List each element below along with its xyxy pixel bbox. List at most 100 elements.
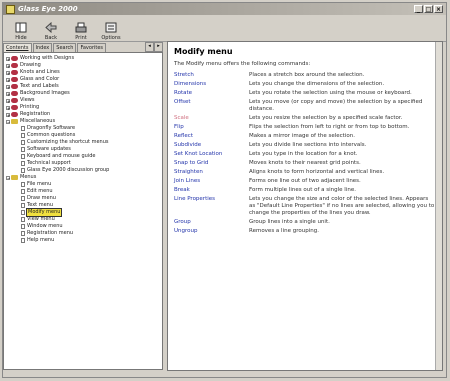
command-list: Stretch Places a stretch box around the s… — [174, 72, 436, 235]
command-link[interactable]: Group — [174, 219, 249, 226]
tree-item-label: Miscellaneous — [20, 118, 56, 124]
page-icon — [21, 238, 25, 243]
close-button[interactable]: × — [434, 5, 443, 13]
tab-search[interactable]: Search — [53, 43, 77, 52]
command-link[interactable]: Set Knot Location — [174, 151, 249, 158]
tree-item[interactable]: Customizing the shortcut menus — [6, 139, 160, 146]
expand-icon[interactable]: + — [6, 70, 10, 75]
tree-item[interactable]: Text menu — [6, 202, 160, 209]
command-description: Lets you rotate the selection using the … — [249, 90, 412, 96]
expand-icon[interactable]: + — [6, 84, 10, 89]
expand-icon[interactable]: + — [6, 56, 10, 61]
command-row: Flip Flips the selection from left to rig… — [174, 124, 436, 131]
tree-item[interactable]: + Knots and Lines — [6, 69, 160, 76]
tree-item[interactable]: + Registration — [6, 111, 160, 118]
tree-item[interactable]: Common questions — [6, 132, 160, 139]
expand-icon[interactable]: + — [6, 98, 10, 103]
tree-item-label: Draw menu — [27, 195, 56, 201]
tree-item-label: Keyboard and mouse guide — [27, 153, 96, 159]
tree-item[interactable]: Help menu — [6, 237, 160, 244]
page-icon — [21, 203, 25, 208]
tree-item[interactable]: Window menu — [6, 223, 160, 230]
tree-item[interactable]: Registration menu — [6, 230, 160, 237]
tree-item-label: Technical support — [27, 160, 71, 166]
tree-item[interactable]: Modify menu — [6, 208, 160, 217]
tree-item[interactable]: + Views — [6, 97, 160, 104]
collapse-icon[interactable]: − — [6, 119, 10, 124]
command-description: Forms one line out of two adjacent lines… — [249, 178, 361, 184]
tree-item[interactable]: + Working with Designs — [6, 55, 160, 62]
tree-item[interactable]: − Menus — [6, 174, 160, 181]
command-link[interactable]: Straighten — [174, 169, 249, 176]
command-link[interactable]: Flip — [174, 124, 249, 131]
tree-item-label: Text and Labels — [20, 83, 59, 89]
intro-text: The Modify menu offers the following com… — [174, 61, 311, 67]
tree-item[interactable]: View menu — [6, 216, 160, 223]
command-link[interactable]: Scale — [174, 115, 249, 122]
command-description: Moves knots to their nearest grid points… — [249, 160, 361, 166]
tab-favorites[interactable]: Favorites — [77, 43, 107, 52]
title-bar[interactable]: Glass Eye 2000 _ □ × — [3, 3, 446, 15]
command-link[interactable]: Break — [174, 187, 249, 194]
scrollbar[interactable] — [435, 42, 442, 370]
tree-item-label: Common questions — [27, 132, 76, 138]
tree-item-label: Software updates — [27, 146, 71, 152]
tree-item[interactable]: Keyboard and mouse guide — [6, 153, 160, 160]
tree-item[interactable]: + Text and Labels — [6, 83, 160, 90]
maximize-button[interactable]: □ — [424, 5, 433, 13]
expand-icon[interactable]: + — [6, 77, 10, 82]
tree-item[interactable]: Glass Eye 2000 discussion group — [6, 167, 160, 174]
tree-item[interactable]: + Glass and Color — [6, 76, 160, 83]
nav-tabs: Contents Index Search Favorites ◂ ▸ — [3, 41, 163, 52]
tree-item[interactable]: File menu — [6, 181, 160, 188]
command-row: Break Form multiple lines out of a single… — [174, 187, 436, 194]
tree-item[interactable]: Draw menu — [6, 195, 160, 202]
expand-icon[interactable]: + — [6, 112, 10, 117]
print-button[interactable]: Print — [69, 17, 93, 41]
book-icon — [11, 112, 18, 117]
tab-scroll-left-icon[interactable]: ◂ — [145, 42, 154, 52]
back-button[interactable]: Back — [39, 17, 63, 41]
page-icon — [21, 147, 25, 152]
command-link[interactable]: Stretch — [174, 72, 249, 79]
command-link[interactable]: Dimensions — [174, 81, 249, 88]
tree-item[interactable]: + Printing — [6, 104, 160, 111]
tab-index[interactable]: Index — [32, 43, 53, 52]
command-link[interactable]: Offset — [174, 99, 249, 113]
back-arrow-icon — [45, 22, 57, 33]
command-description: Lets you move (or copy and move) the sel… — [249, 99, 423, 112]
command-link[interactable]: Line Properties — [174, 196, 249, 217]
tree-item[interactable]: Dragonfly Software — [6, 125, 160, 132]
page-title: Modify menu — [174, 47, 233, 56]
tree-item[interactable]: + Drawing — [6, 62, 160, 69]
command-link[interactable]: Snap to Grid — [174, 160, 249, 167]
tree-item[interactable]: Edit menu — [6, 188, 160, 195]
expand-icon[interactable]: + — [6, 63, 10, 68]
command-link[interactable]: Reflect — [174, 133, 249, 140]
command-row: Straighten Aligns knots to form horizonta… — [174, 169, 436, 176]
book-icon — [11, 175, 18, 180]
tree-item[interactable]: Software updates — [6, 146, 160, 153]
tab-scroll-right-icon[interactable]: ▸ — [154, 42, 163, 52]
command-link[interactable]: Rotate — [174, 90, 249, 97]
expand-icon[interactable]: + — [6, 105, 10, 110]
command-row: Line Properties Lets you change the size … — [174, 196, 436, 217]
command-link[interactable]: Subdivide — [174, 142, 249, 149]
tree-item[interactable]: − Miscellaneous — [6, 118, 160, 125]
hide-button[interactable]: Hide — [9, 17, 33, 41]
tab-contents[interactable]: Contents — [3, 43, 32, 52]
collapse-icon[interactable]: − — [6, 175, 10, 180]
command-link[interactable]: Join Lines — [174, 178, 249, 185]
command-link[interactable]: Ungroup — [174, 228, 249, 235]
book-icon — [11, 63, 18, 68]
tree-item[interactable]: Technical support — [6, 160, 160, 167]
expand-icon[interactable]: + — [6, 91, 10, 96]
command-description: Group lines into a single unit. — [249, 219, 330, 225]
options-button[interactable]: Options — [99, 17, 123, 41]
command-row: Snap to Grid Moves knots to their nearest… — [174, 160, 436, 167]
page-icon — [21, 182, 25, 187]
tree-item[interactable]: + Background Images — [6, 90, 160, 97]
minimize-button[interactable]: _ — [414, 5, 423, 13]
page-icon — [21, 224, 25, 229]
command-description: Aligns knots to form horizontal and vert… — [249, 169, 385, 175]
